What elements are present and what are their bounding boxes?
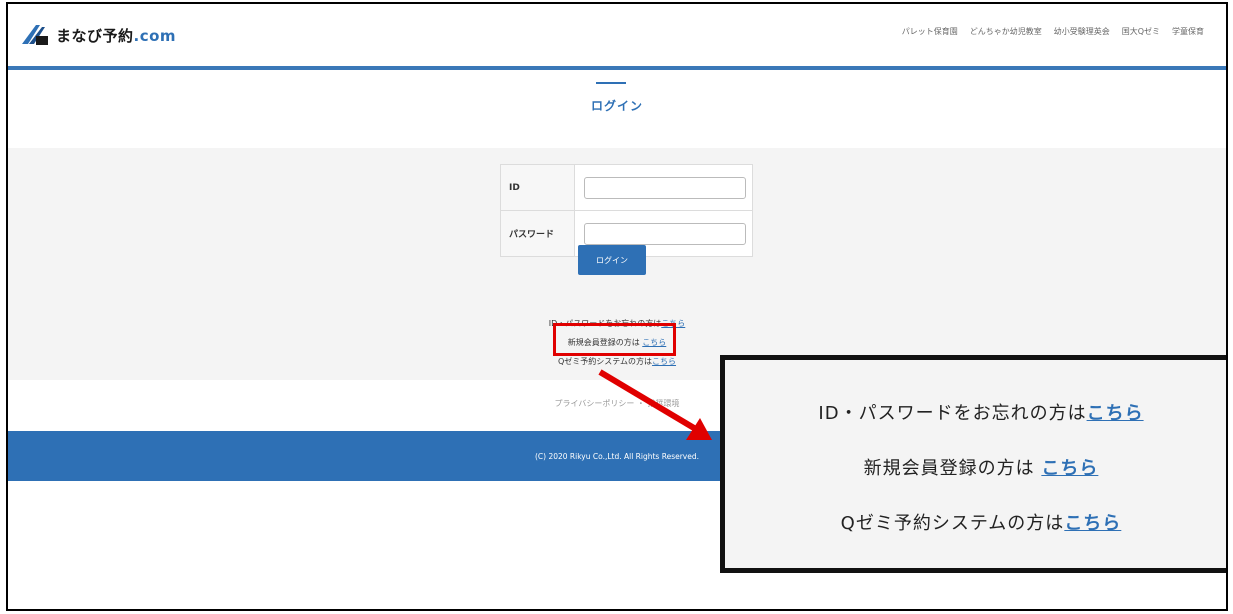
id-input[interactable] xyxy=(584,176,746,199)
zoom-register-line: 新規会員登録の方は こちら xyxy=(725,441,1226,496)
logo-suffix: .com xyxy=(133,26,177,45)
title-section: ログイン xyxy=(8,70,1226,148)
nav-item-q-zemi[interactable]: 国大Qゼミ xyxy=(1122,26,1160,37)
site-logo[interactable]: まなび予約.com xyxy=(20,22,176,48)
nav-item-palette[interactable]: パレット保育園 xyxy=(902,26,958,37)
top-navigation: パレット保育園 どんちゃか幼児教室 幼小受験理英会 国大Qゼミ 学童保育 xyxy=(902,26,1204,37)
logo-name: まなび予約 xyxy=(56,26,134,45)
nav-item-afterschool[interactable]: 学童保育 xyxy=(1172,26,1204,37)
annotation-arrow-icon xyxy=(598,369,712,440)
login-button[interactable]: ログイン xyxy=(578,245,646,275)
zoom-q-zemi-text: Qゼミ予約システムの方は xyxy=(840,513,1065,534)
logo-text: まなび予約.com xyxy=(56,25,176,46)
highlight-box xyxy=(553,323,676,356)
title-accent-line xyxy=(596,82,626,84)
nav-item-donchaka[interactable]: どんちゃか幼児教室 xyxy=(970,26,1042,37)
zoom-links: ID・パスワードをお忘れの方はこちら 新規会員登録の方は こちら Qゼミ予約シス… xyxy=(725,386,1226,551)
zoom-register-link[interactable]: こちら xyxy=(1041,458,1098,479)
login-form: ID パスワード xyxy=(500,164,753,257)
zoom-callout: ID・パスワードをお忘れの方はこちら 新規会員登録の方は こちら Qゼミ予約シス… xyxy=(720,355,1226,573)
password-label: パスワード xyxy=(500,210,575,257)
zoom-forgot-line: ID・パスワードをお忘れの方はこちら xyxy=(725,386,1226,441)
logo-mark-icon xyxy=(20,22,50,48)
nav-item-exam-prep[interactable]: 幼小受験理英会 xyxy=(1054,26,1110,37)
zoom-forgot-link[interactable]: こちら xyxy=(1087,403,1144,424)
q-zemi-text: Qゼミ予約システムの方は xyxy=(557,357,653,366)
zoom-q-zemi-link[interactable]: こちら xyxy=(1064,513,1121,534)
site-header: まなび予約.com パレット保育園 どんちゃか幼児教室 幼小受験理英会 国大Qゼ… xyxy=(8,4,1226,66)
page-title: ログイン xyxy=(590,99,643,113)
password-input[interactable] xyxy=(584,222,746,245)
screenshot-frame: まなび予約.com パレット保育園 どんちゃか幼児教室 幼小受験理英会 国大Qゼ… xyxy=(6,2,1228,611)
id-label: ID xyxy=(500,164,575,211)
q-zemi-link[interactable]: こちら xyxy=(652,357,676,366)
zoom-register-text: 新規会員登録の方は xyxy=(863,458,1042,479)
zoom-q-zemi-line: Qゼミ予約システムの方はこちら xyxy=(725,496,1226,551)
zoom-forgot-text: ID・パスワードをお忘れの方は xyxy=(818,403,1087,424)
